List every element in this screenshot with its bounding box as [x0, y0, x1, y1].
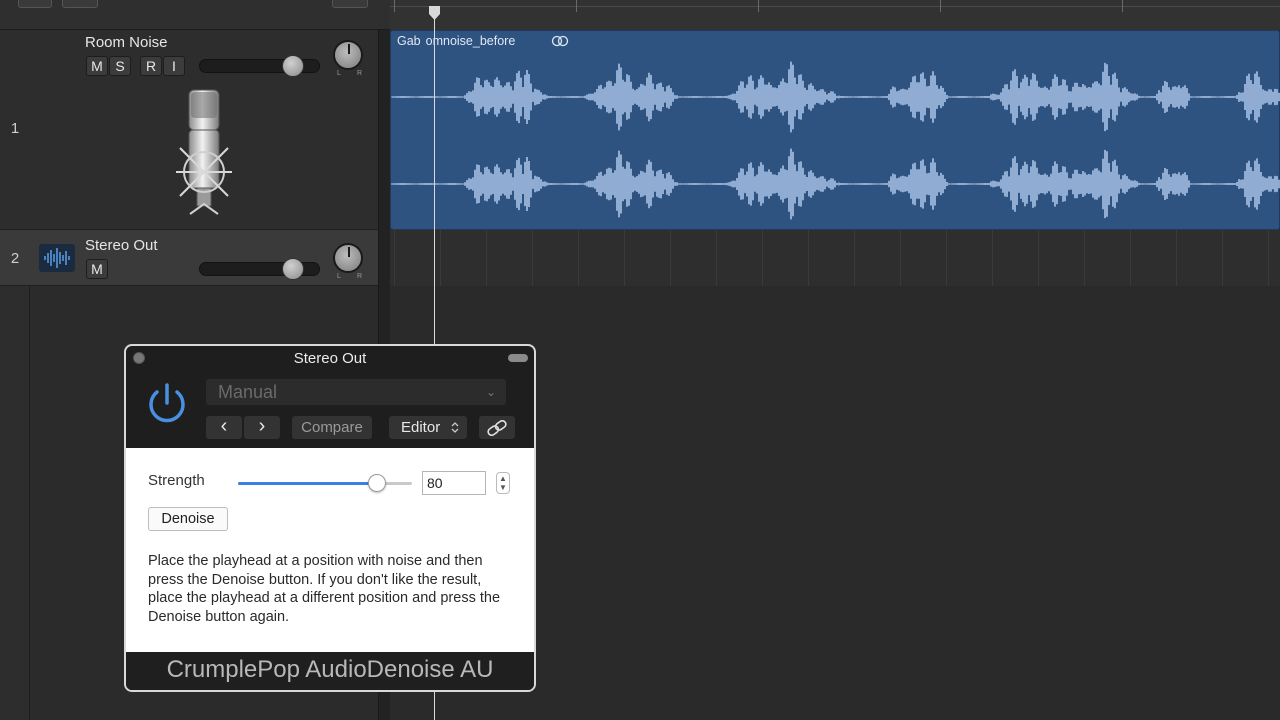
empty-track-lane[interactable] [390, 230, 1280, 286]
strength-field[interactable] [422, 471, 486, 495]
track-name[interactable]: Stereo Out [85, 237, 158, 254]
region-name: Gab omnoise_before [397, 34, 516, 48]
plugin-name-banner: CrumplePop AudioDenoise AU [126, 652, 534, 690]
track-header-stereo-out[interactable]: 2 Stereo Out M L R [0, 230, 378, 286]
pan-left-label: L [337, 70, 341, 77]
preset-dropdown[interactable]: Manual ⌄ [206, 379, 506, 405]
audio-waveform [391, 61, 1280, 220]
daw-window: 1 Room Noise M S R I L R 2 Stereo Out M … [0, 0, 1280, 720]
grid-line [624, 230, 625, 286]
up-down-chevron-icon [451, 422, 459, 433]
plugin-window[interactable]: Stereo Out Manual ⌄ ‹ › Compare Editor S… [124, 344, 536, 692]
strength-slider[interactable] [238, 474, 412, 492]
strength-slider-fill [238, 482, 377, 485]
strength-slider-thumb[interactable] [368, 474, 386, 492]
playhead-handle[interactable] [429, 6, 440, 20]
track-number: 1 [10, 120, 20, 137]
plugin-editor: Strength ▲▼ Denoise Place the playhead a… [126, 448, 534, 652]
power-icon[interactable] [144, 381, 190, 427]
pan-left-label: L [337, 273, 341, 280]
grid-line [532, 230, 533, 286]
loop-icon [551, 35, 569, 47]
input-monitor-button[interactable]: I [163, 56, 185, 76]
view-selector-label: Editor [401, 419, 441, 436]
minimize-button[interactable] [508, 354, 528, 362]
waveform-channel [391, 148, 1280, 220]
grid-line [854, 230, 855, 286]
record-enable-button[interactable]: R [140, 56, 162, 76]
grid-line [670, 230, 671, 286]
track-header-room-noise[interactable]: 1 Room Noise M S R I L R [0, 30, 378, 230]
strength-label: Strength [148, 472, 205, 489]
grid-line [808, 230, 809, 286]
grid-line [1084, 230, 1085, 286]
plugin-window-title: Stereo Out [293, 350, 367, 367]
pan-knob[interactable] [333, 243, 363, 273]
waveform-channel [391, 61, 1280, 133]
grid-line [394, 230, 395, 286]
grid-line [1130, 230, 1131, 286]
volume-slider-thumb[interactable] [282, 258, 304, 280]
grid-line [1222, 230, 1223, 286]
preset-label: Manual [218, 382, 278, 402]
grid-line [486, 230, 487, 286]
audio-region[interactable]: Gab omnoise_before [390, 30, 1280, 230]
link-button[interactable] [479, 416, 515, 439]
solo-button[interactable]: S [109, 56, 131, 76]
grid-line [992, 230, 993, 286]
grid-line [762, 230, 763, 286]
strength-stepper[interactable]: ▲ ▼ [496, 472, 510, 494]
ruler-baseline [390, 6, 1280, 7]
mute-button[interactable]: M [86, 56, 108, 76]
add-track-button[interactable] [18, 0, 52, 8]
volume-slider[interactable] [199, 55, 320, 77]
grid-line [1038, 230, 1039, 286]
grid-line [578, 230, 579, 286]
track-name[interactable]: Room Noise [85, 34, 168, 51]
denoise-button[interactable]: Denoise [148, 507, 228, 531]
ruler-tick [576, 0, 577, 12]
waveform-icon [39, 244, 75, 272]
grid-line [1176, 230, 1177, 286]
ruler-tick [1122, 0, 1123, 12]
previous-preset-button[interactable]: ‹ [206, 416, 242, 439]
track-number: 2 [10, 250, 20, 267]
condenser-microphone-icon [176, 89, 232, 215]
track-options-button[interactable] [332, 0, 368, 8]
timeline-ruler[interactable] [390, 0, 1280, 30]
pan-knob[interactable] [333, 40, 363, 70]
grid-line [900, 230, 901, 286]
pan-right-label: R [357, 70, 363, 77]
instructions-text: Place the playhead at a position with no… [148, 553, 501, 625]
ruler-tick [758, 0, 759, 12]
next-preset-button[interactable]: › [244, 416, 280, 439]
view-selector[interactable]: Editor [389, 416, 467, 439]
grid-line [1268, 230, 1269, 286]
ruler-tick [394, 0, 395, 12]
grid-line [946, 230, 947, 286]
compare-button[interactable]: Compare [292, 416, 372, 439]
ruler-tick [940, 0, 941, 12]
top-toolbar [0, 0, 1280, 30]
grid-line [440, 230, 441, 286]
link-icon [487, 419, 507, 437]
mute-button[interactable]: M [86, 259, 108, 279]
pan-right-label: R [357, 273, 363, 280]
volume-slider-thumb[interactable] [282, 55, 304, 77]
grid-line [716, 230, 717, 286]
chevron-down-icon: ⌄ [485, 385, 496, 399]
folder-button[interactable] [62, 0, 98, 8]
volume-slider[interactable] [199, 258, 320, 280]
